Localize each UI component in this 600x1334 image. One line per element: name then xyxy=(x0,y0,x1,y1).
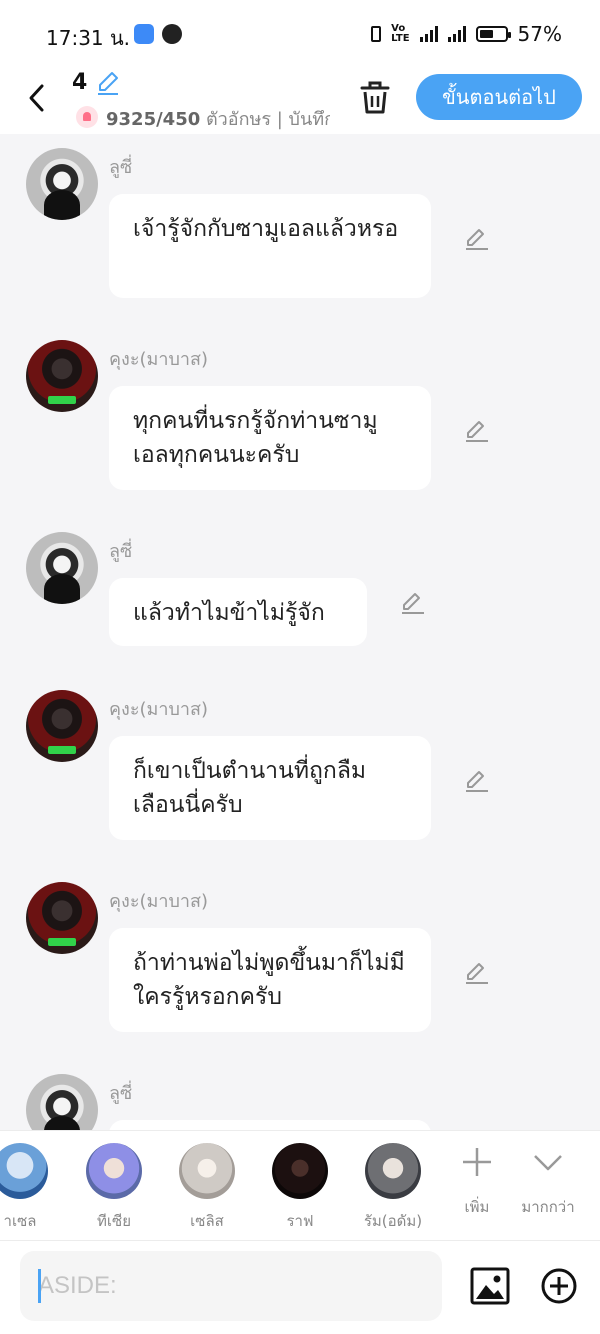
volte-icon: Vo LTE xyxy=(391,23,410,44)
message-bubble[interactable]: แล้วทำไมข้าไม่รู้จัก xyxy=(109,578,367,646)
speaker-name: คุงะ(มาบาส) xyxy=(109,349,209,370)
app-notification-icon xyxy=(134,24,154,44)
avatar xyxy=(272,1143,328,1199)
avatar xyxy=(365,1143,421,1199)
4g-signal-icon xyxy=(447,26,466,42)
avatar xyxy=(0,1143,48,1199)
speaker-name: คุงะ(มาบาส) xyxy=(109,699,209,720)
character-item[interactable]: เซลิส xyxy=(179,1143,235,1233)
character-name: รัม(อดัม) xyxy=(363,1212,423,1230)
more-label: มากกว่า xyxy=(521,1198,575,1216)
character-name: าเซล xyxy=(3,1212,37,1230)
avatar[interactable] xyxy=(26,882,98,954)
plus-circle-icon[interactable] xyxy=(540,1267,578,1305)
character-item[interactable]: ราฟ xyxy=(272,1143,328,1233)
edit-title-pencil-icon[interactable] xyxy=(96,70,120,96)
line-app-icon xyxy=(162,24,182,44)
status-time: 17:31 น. xyxy=(46,26,131,50)
image-icon[interactable] xyxy=(470,1267,510,1305)
plus-icon xyxy=(463,1148,491,1176)
edit-message-pencil-icon[interactable] xyxy=(464,418,490,444)
avatar xyxy=(86,1143,142,1199)
battery-percent: 57% xyxy=(517,22,562,46)
character-item[interactable]: ทีเซีย xyxy=(86,1143,142,1233)
speaker-name: ลูซี่ xyxy=(109,541,133,562)
avatar xyxy=(179,1143,235,1199)
vibrate-icon xyxy=(371,26,382,42)
status-bar: 17:31 น. Vo LTE 57% xyxy=(0,0,600,68)
next-step-button[interactable]: ขั้นตอนต่อไป xyxy=(416,74,582,120)
avatar[interactable] xyxy=(26,148,98,220)
editor-header: 4 9325/450 ตัวอักษร | บันทึก ขั้นตอนต่อไ… xyxy=(0,68,600,134)
aside-input[interactable] xyxy=(20,1251,442,1321)
message-bubble[interactable] xyxy=(109,1120,431,1130)
edit-message-pencil-icon[interactable] xyxy=(400,590,426,616)
character-name: ราฟ xyxy=(286,1212,314,1230)
edit-message-pencil-icon[interactable] xyxy=(464,960,490,986)
speaker-name: ลูซี่ xyxy=(109,1083,133,1104)
speaker-name: คุงะ(มาบาส) xyxy=(109,891,209,912)
edit-message-pencil-icon[interactable] xyxy=(464,768,490,794)
add-label: เพิ่ม xyxy=(464,1198,490,1216)
message-bubble[interactable]: เจ้ารู้จักกับซามูเอลแล้วหรอ xyxy=(109,194,431,298)
signal-icon xyxy=(419,26,438,42)
chapter-number: 4 xyxy=(72,70,88,95)
compose-bar xyxy=(0,1240,600,1334)
avatar[interactable] xyxy=(26,532,98,604)
avatar[interactable] xyxy=(26,340,98,412)
add-character-button[interactable]: เพิ่ม xyxy=(452,1145,502,1219)
chat-area: ลูซี่ เจ้ารู้จักกับซามูเอลแล้วหรอ คุงะ(ม… xyxy=(0,134,600,1130)
message-bubble[interactable]: ถ้าท่านพ่อไม่พูดขึ้นมาก็ไม่มีใครรู้หรอกค… xyxy=(109,928,431,1032)
character-item[interactable]: าเซล xyxy=(0,1143,48,1233)
battery-icon xyxy=(475,26,511,42)
message-bubble[interactable]: ทุกคนที่นรกรู้จักท่านซามูเอลทุกคนนะครับ xyxy=(109,386,431,490)
character-count: 9325/450 ตัวอักษร | บันทึก xyxy=(106,109,330,130)
text-caret xyxy=(38,1269,41,1303)
character-item[interactable]: รัม(อดัม) xyxy=(364,1143,422,1233)
character-selector: าเซล ทีเซีย เซลิส ราฟ รัม(อดัม) เพิ่ม มา… xyxy=(0,1130,600,1241)
chevron-down-icon xyxy=(534,1155,562,1171)
character-name: เซลิส xyxy=(190,1212,224,1230)
speaker-name: ลูซี่ xyxy=(109,157,133,178)
edit-message-pencil-icon[interactable] xyxy=(464,226,490,252)
back-chevron-icon[interactable] xyxy=(22,78,54,118)
avatar[interactable] xyxy=(26,690,98,762)
trash-icon[interactable] xyxy=(358,80,392,116)
more-characters-button[interactable]: มากกว่า xyxy=(518,1145,578,1219)
avatar[interactable] xyxy=(26,1074,98,1130)
character-name: ทีเซีย xyxy=(97,1212,131,1230)
message-bubble[interactable]: ก็เขาเป็นตำนานที่ถูกลืมเลือนนี่ครับ xyxy=(109,736,431,840)
bell-icon xyxy=(76,106,98,128)
